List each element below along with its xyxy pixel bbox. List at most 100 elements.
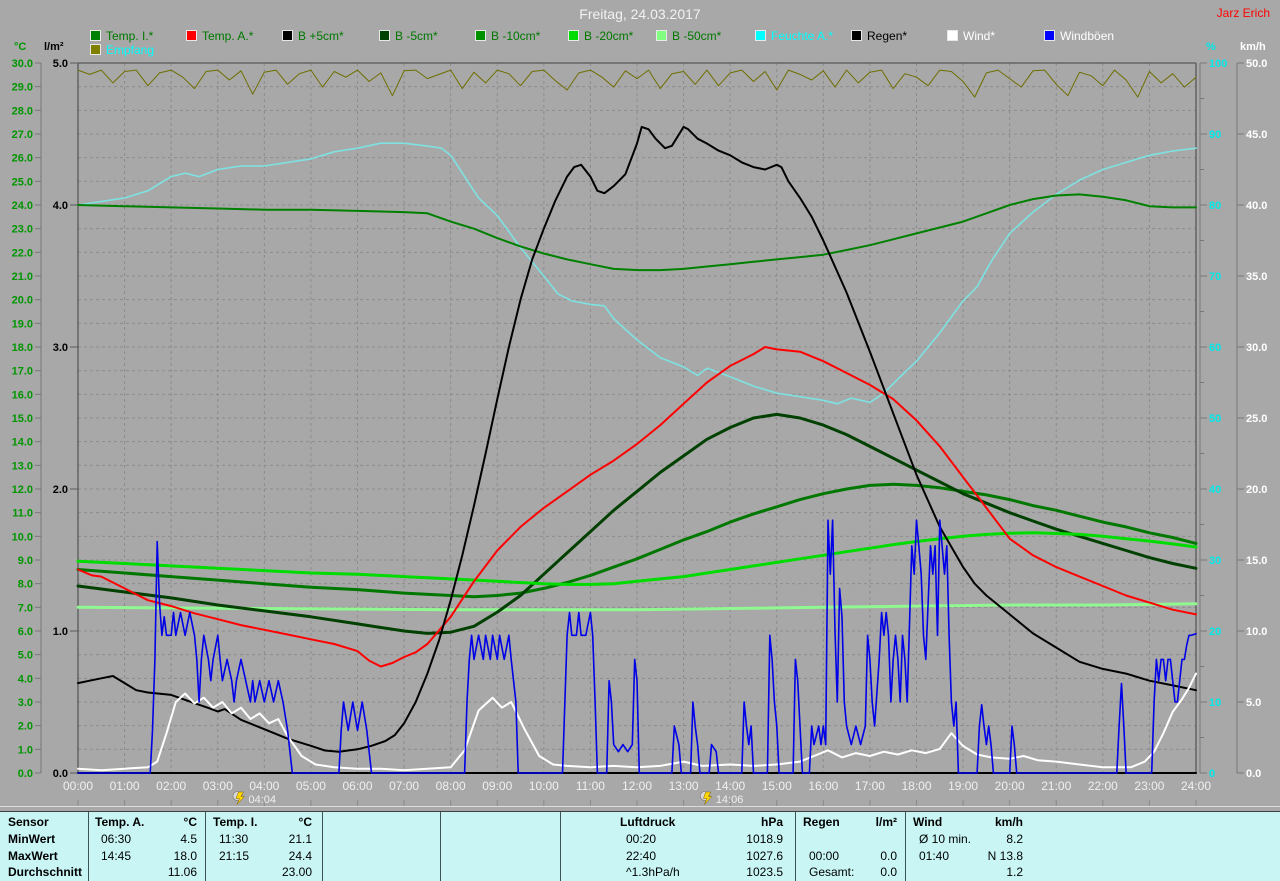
weather-app-window: 0.01.02.03.04.05.06.07.08.09.010.011.012… <box>0 0 1280 881</box>
celsius-tick-label: 6.0 <box>18 626 33 638</box>
marker-bolt-icon <box>233 792 245 805</box>
celsius-tick-label: 3.0 <box>18 697 33 709</box>
legend-item-windb-en: Windböen <box>1044 30 1114 42</box>
kmh-tick-label: 10.0 <box>1246 626 1267 638</box>
table-column-separator <box>905 812 906 881</box>
celsius-tick-label: 16.0 <box>12 389 33 401</box>
celsius-tick-label: 9.0 <box>18 555 33 567</box>
celsius-tick-label: 12.0 <box>12 484 33 496</box>
legend-label: Feuchte A.* <box>771 29 833 43</box>
table-cell: 11:30 <box>219 832 248 846</box>
table-cell: Gesamt: <box>809 865 854 879</box>
celsius-tick-label: 11.0 <box>12 508 33 520</box>
legend-item-wind-: Wind* <box>947 30 995 42</box>
table-cell: 1027.6 <box>746 849 783 863</box>
legend-swatch <box>186 30 197 41</box>
table-cell: 0.0 <box>880 865 897 879</box>
legend-item-b-50cm-: B -50cm* <box>656 30 721 42</box>
celsius-tick-label: 17.0 <box>12 366 33 378</box>
marker-time-label: 04:04 <box>248 794 276 806</box>
legend-item-regen-: Regen* <box>851 30 907 42</box>
time-axis-label: 22:00 <box>1088 779 1118 793</box>
time-axis-label: 11:00 <box>576 779 605 793</box>
table-column-separator <box>322 812 323 881</box>
time-axis-label: 20:00 <box>995 779 1025 793</box>
legend-swatch <box>282 30 293 41</box>
celsius-tick-label: 0.0 <box>18 768 33 780</box>
lm2-unit-label: l/m² <box>44 41 64 53</box>
percent-unit-label: % <box>1206 41 1216 53</box>
kmh-tick-label: 0.0 <box>1246 768 1261 780</box>
marker-time-label: 14:06 <box>716 794 744 806</box>
kmh-tick-label: 5.0 <box>1246 697 1261 709</box>
table-cell: Luftdruck <box>620 815 675 829</box>
weather-day-chart: 0.01.02.03.04.05.06.07.08.09.010.011.012… <box>0 0 1280 812</box>
celsius-tick-label: 29.0 <box>12 82 33 94</box>
time-axis-label: 01:00 <box>110 779 140 793</box>
percent-tick-label: 50 <box>1209 413 1221 425</box>
table-cell: ^1.3hPa/h <box>626 865 680 879</box>
table-column-separator <box>560 812 561 881</box>
time-axis-label: 02:00 <box>156 779 186 793</box>
legend-swatch <box>755 30 766 41</box>
legend-item-feuchte-a-: Feuchte A.* <box>755 30 833 42</box>
percent-tick-label: 40 <box>1209 484 1221 496</box>
user-name: Jarz Erich <box>1217 6 1270 20</box>
table-cell: 21:15 <box>219 849 249 863</box>
celsius-tick-label: 13.0 <box>12 460 33 472</box>
table-cell: km/h <box>995 815 1023 829</box>
page-title: Freitag, 24.03.2017 <box>0 6 1280 22</box>
time-axis-label: 07:00 <box>389 779 419 793</box>
time-axis-label: 05:00 <box>296 779 326 793</box>
table-column-separator <box>440 812 441 881</box>
legend-item-temp-a-: Temp. A.* <box>186 30 253 42</box>
time-axis-label: 17:00 <box>855 779 885 793</box>
celsius-tick-label: 1.0 <box>18 744 33 756</box>
time-axis-label: 13:00 <box>669 779 699 793</box>
table-column-separator <box>205 812 206 881</box>
percent-tick-label: 60 <box>1209 342 1221 354</box>
legend-label: B -50cm* <box>672 29 721 43</box>
legend-swatch <box>90 30 101 41</box>
percent-tick-label: 20 <box>1209 626 1221 638</box>
legend-label: Wind* <box>963 29 995 43</box>
legend-label: B -10cm* <box>491 29 540 43</box>
percent-tick-label: 10 <box>1209 697 1221 709</box>
celsius-tick-label: 23.0 <box>12 224 33 236</box>
celsius-tick-label: 22.0 <box>12 247 33 259</box>
celsius-tick-label: 24.0 <box>12 200 33 212</box>
time-axis-label: 03:00 <box>203 779 233 793</box>
legend-swatch <box>568 30 579 41</box>
legend-label: Windböen <box>1060 29 1114 43</box>
kmh-tick-label: 50.0 <box>1246 58 1267 70</box>
legend-label: Empfang <box>106 43 154 57</box>
time-axis-label: 04:00 <box>249 779 279 793</box>
table-cell: MinWert <box>8 832 55 846</box>
legend-swatch <box>947 30 958 41</box>
legend-swatch <box>1044 30 1055 41</box>
celsius-tick-label: 2.0 <box>18 721 33 733</box>
celsius-tick-label: 4.0 <box>18 673 33 685</box>
table-cell: Temp. A. <box>95 815 144 829</box>
legend-label: Temp. I.* <box>106 29 153 43</box>
legend-swatch <box>475 30 486 41</box>
table-cell: 00:00 <box>809 849 839 863</box>
celsius-tick-label: 26.0 <box>12 153 33 165</box>
table-cell: °C <box>299 815 312 829</box>
table-cell: 1023.5 <box>746 865 783 879</box>
table-cell: hPa <box>761 815 783 829</box>
kmh-tick-label: 25.0 <box>1246 413 1267 425</box>
kmh-tick-label: 15.0 <box>1246 555 1267 567</box>
legend-item-b-5cm-: B -5cm* <box>379 30 438 42</box>
table-cell: Temp. I. <box>213 815 257 829</box>
lm2-tick-label: 2.0 <box>53 484 68 496</box>
table-cell: 8.2 <box>1006 832 1023 846</box>
legend-label: B +5cm* <box>298 29 344 43</box>
celsius-tick-label: 30.0 <box>12 58 33 70</box>
legend-swatch <box>379 30 390 41</box>
legend-item-b-20cm-: B -20cm* <box>568 30 633 42</box>
kmh-unit-label: km/h <box>1240 41 1266 53</box>
table-cell: 24.4 <box>289 849 312 863</box>
time-axis-label: 19:00 <box>948 779 978 793</box>
lm2-tick-label: 4.0 <box>53 200 68 212</box>
